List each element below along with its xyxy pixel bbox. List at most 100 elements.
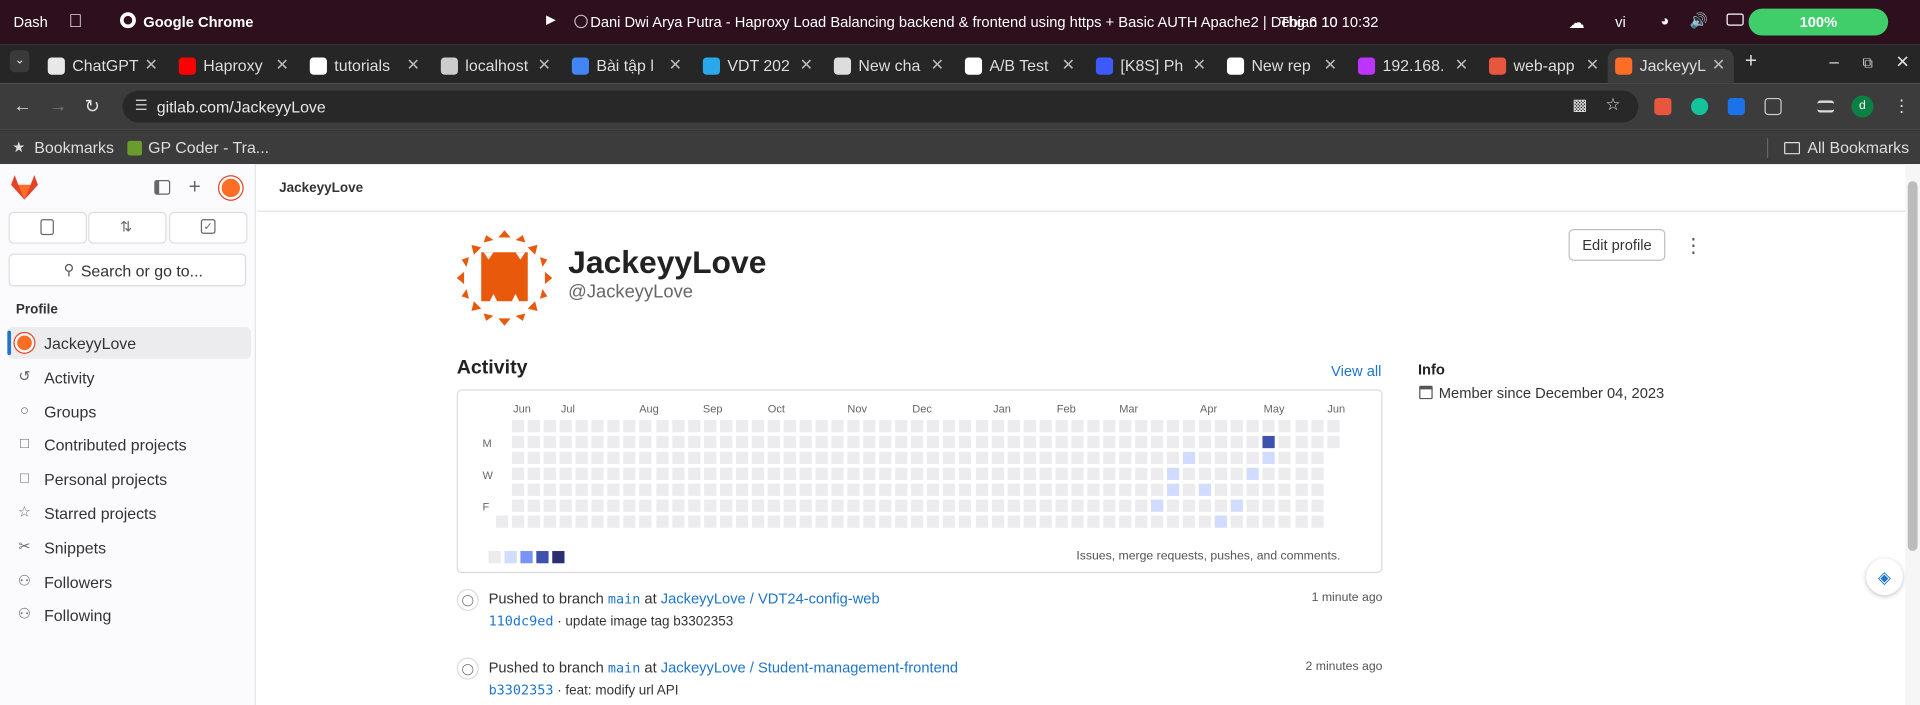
contribution-cell[interactable] <box>863 483 876 497</box>
contribution-cell[interactable] <box>1230 451 1244 465</box>
contribution-cell[interactable] <box>1103 467 1116 481</box>
close-tab-icon[interactable]: ✕ <box>1193 55 1206 75</box>
contribution-cell[interactable] <box>783 515 796 529</box>
contribution-cell[interactable] <box>639 435 652 449</box>
help-button[interactable]: ◈ <box>1866 558 1903 596</box>
contribution-cell[interactable] <box>1294 515 1308 529</box>
commit-sha-link[interactable]: 110dc9ed <box>489 613 554 629</box>
contribution-cell[interactable] <box>1199 435 1212 449</box>
contribution-cell[interactable] <box>815 515 828 529</box>
contribution-cell[interactable] <box>959 499 972 513</box>
contribution-cell[interactable] <box>1135 515 1148 529</box>
contribution-cell[interactable] <box>911 451 924 465</box>
contribution-cell[interactable] <box>815 435 828 449</box>
close-tab-icon[interactable]: ✕ <box>407 55 420 75</box>
contribution-cell[interactable] <box>735 435 748 449</box>
contribution-cell[interactable] <box>783 420 796 433</box>
contribution-cell[interactable] <box>1199 420 1212 433</box>
contribution-cell[interactable] <box>831 499 844 513</box>
contribution-cell[interactable] <box>1183 420 1196 433</box>
contribution-cell[interactable] <box>1215 483 1228 497</box>
contribution-cell[interactable] <box>1230 435 1244 449</box>
contribution-cell[interactable] <box>911 467 924 481</box>
contribution-cell[interactable] <box>575 483 589 497</box>
contribution-cell[interactable] <box>751 483 764 497</box>
contribution-cell[interactable] <box>543 435 557 449</box>
contribution-cell[interactable] <box>1119 515 1132 529</box>
contribution-cell[interactable] <box>911 499 924 513</box>
contribution-cell[interactable] <box>1230 499 1244 513</box>
contribution-cell[interactable] <box>511 515 525 529</box>
contribution-cell[interactable] <box>687 467 700 481</box>
contribution-cell[interactable] <box>751 499 764 513</box>
contribution-cell[interactable] <box>543 420 557 433</box>
contribution-cell[interactable] <box>1135 467 1148 481</box>
close-tab-icon[interactable]: ✕ <box>1062 55 1075 75</box>
contribution-cell[interactable] <box>975 420 988 433</box>
contribution-cell[interactable] <box>1151 467 1164 481</box>
search-button[interactable]: ⚲ Search or go to... <box>8 253 247 287</box>
contribution-cell[interactable] <box>1230 483 1244 497</box>
contribution-cell[interactable] <box>927 451 940 465</box>
contribution-cell[interactable] <box>799 451 812 465</box>
contribution-cell[interactable] <box>1199 451 1212 465</box>
contribution-cell[interactable] <box>655 451 668 465</box>
sidebar-item-snippets[interactable]: ✂ Snippets <box>7 531 251 563</box>
contribution-cell[interactable] <box>783 499 796 513</box>
contribution-cell[interactable] <box>1087 467 1100 481</box>
contribution-cell[interactable] <box>1294 435 1308 449</box>
close-tab-icon[interactable]: ✕ <box>931 55 944 75</box>
contribution-cell[interactable] <box>623 467 636 481</box>
close-tab-icon[interactable]: ✕ <box>669 55 682 75</box>
contribution-cell[interactable] <box>959 483 972 497</box>
contribution-cell[interactable] <box>831 483 844 497</box>
contribution-cell[interactable] <box>1215 420 1228 433</box>
contribution-cell[interactable] <box>1087 420 1100 433</box>
contribution-cell[interactable] <box>767 515 780 529</box>
contribution-cell[interactable] <box>1007 451 1020 465</box>
contribution-cell[interactable] <box>1071 467 1084 481</box>
contribution-cell[interactable] <box>911 420 924 433</box>
contribution-cell[interactable] <box>1151 451 1164 465</box>
contribution-cell[interactable] <box>671 515 684 529</box>
contribution-cell[interactable] <box>559 483 573 497</box>
dash-button[interactable]: Dash <box>13 13 47 30</box>
tab-item[interactable]: ChatGPT ✕ <box>40 49 167 83</box>
contribution-cell[interactable] <box>655 499 668 513</box>
contribution-cell[interactable] <box>991 483 1004 497</box>
contribution-cell[interactable] <box>927 420 940 433</box>
contribution-cell[interactable] <box>927 483 940 497</box>
contribution-cell[interactable] <box>1007 499 1020 513</box>
contribution-cell[interactable] <box>1055 515 1068 529</box>
contribution-cell[interactable] <box>687 499 700 513</box>
contribution-cell[interactable] <box>559 467 573 481</box>
contribution-cell[interactable] <box>735 467 748 481</box>
contribution-cell[interactable] <box>1119 451 1132 465</box>
contribution-cell[interactable] <box>1246 483 1260 497</box>
contribution-cell[interactable] <box>1246 499 1260 513</box>
play-icon[interactable]: ▶ <box>546 13 555 26</box>
contribution-cell[interactable] <box>623 499 636 513</box>
contribution-cell[interactable] <box>1294 499 1308 513</box>
contribution-cell[interactable] <box>1167 451 1180 465</box>
contribution-cell[interactable] <box>719 435 732 449</box>
contribution-cell[interactable] <box>879 467 892 481</box>
commit-sha-link[interactable]: b3302353 <box>489 682 554 698</box>
contribution-cell[interactable] <box>703 499 716 513</box>
contribution-cell[interactable] <box>767 420 780 433</box>
contribution-cell[interactable] <box>1167 420 1180 433</box>
contribution-cell[interactable] <box>687 515 700 529</box>
contribution-cell[interactable] <box>863 420 876 433</box>
scrollbar-thumb[interactable] <box>1907 181 1918 552</box>
contribution-cell[interactable] <box>1055 420 1068 433</box>
contribution-cell[interactable] <box>1230 467 1244 481</box>
contribution-cell[interactable] <box>1215 515 1228 529</box>
contribution-cell[interactable] <box>1262 499 1276 513</box>
contribution-cell[interactable] <box>1055 435 1068 449</box>
contribution-cell[interactable] <box>591 467 605 481</box>
contribution-cell[interactable] <box>1087 435 1100 449</box>
contribution-cell[interactable] <box>975 467 988 481</box>
contribution-cell[interactable] <box>527 467 541 481</box>
contribution-cell[interactable] <box>863 515 876 529</box>
contribution-cell[interactable] <box>591 515 605 529</box>
